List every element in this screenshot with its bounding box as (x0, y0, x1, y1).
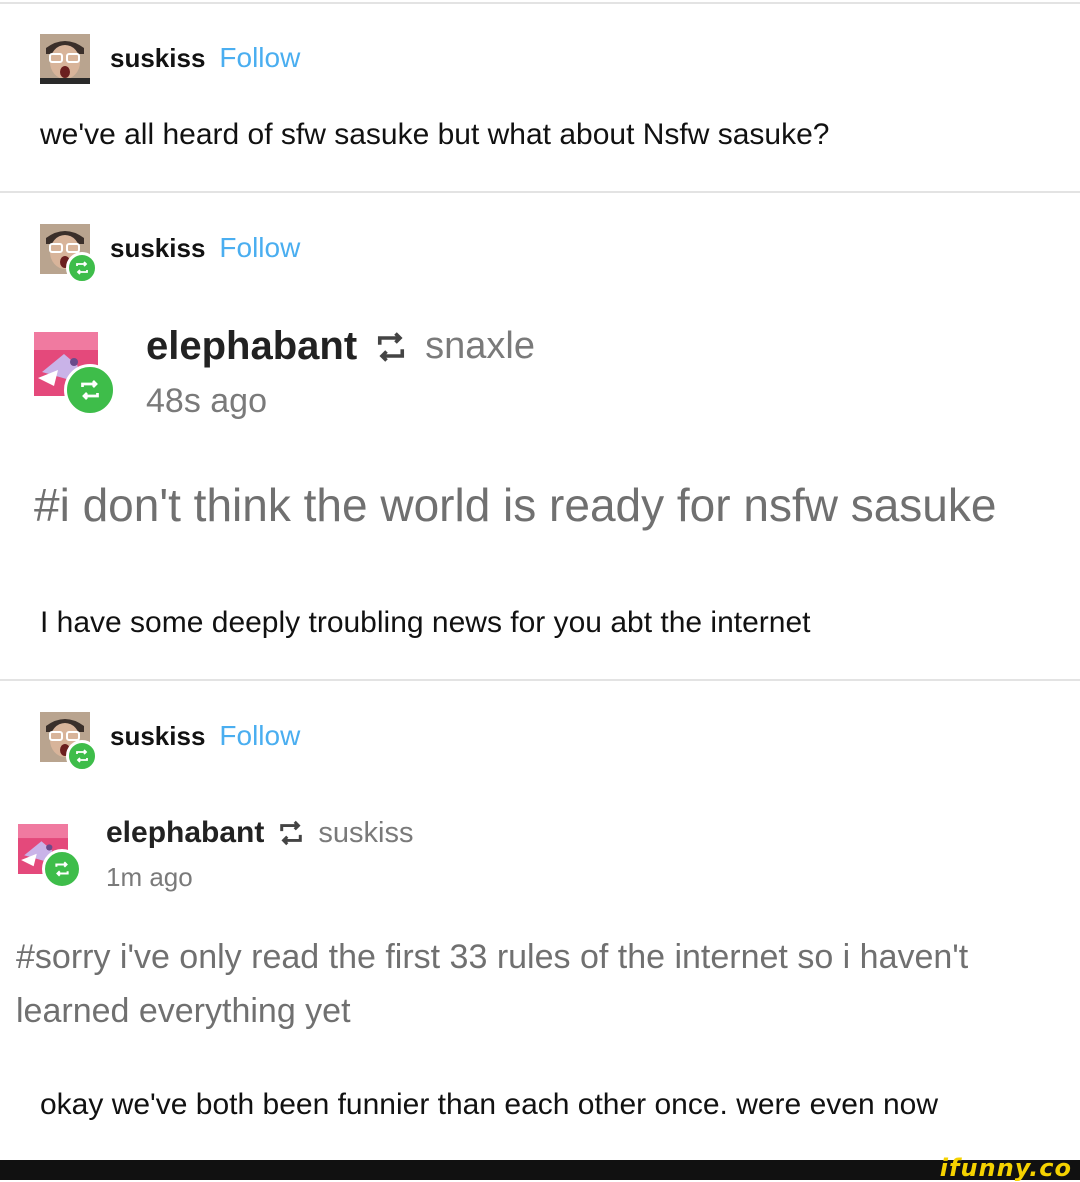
reblog-badge-icon (42, 849, 82, 889)
follow-button[interactable]: Follow (219, 42, 300, 74)
reblog-badge-icon (66, 740, 98, 772)
reblog-arrow-icon (373, 331, 409, 363)
reblog-username[interactable]: elephabant (106, 816, 264, 850)
post-body: okay we've both been funnier than each o… (40, 1088, 938, 1121)
divider (0, 191, 1080, 193)
divider (0, 679, 1080, 681)
footer-bar: ifunny.co (0, 1156, 1080, 1180)
reblog-arrow-icon (276, 820, 306, 846)
post-body: we've all heard of sfw sasuke but what a… (40, 118, 830, 151)
reblog-time: 1m ago (106, 862, 193, 892)
post-username[interactable]: suskiss (110, 43, 205, 74)
reblog-source[interactable]: snaxle (425, 325, 535, 368)
user-face-icon (40, 34, 90, 84)
reblog-tags[interactable]: learned everything yet (16, 992, 351, 1031)
follow-button[interactable]: Follow (219, 720, 300, 752)
divider-top (0, 2, 1080, 4)
reblog-time: 48s ago (146, 382, 267, 420)
reblog-badge-icon (64, 364, 116, 416)
reblog-username[interactable]: elephabant (146, 324, 357, 369)
post-body: I have some deeply troubling news for yo… (40, 606, 811, 639)
follow-button[interactable]: Follow (219, 232, 300, 264)
reblog-tags[interactable]: #i don't think the world is ready for ns… (34, 478, 996, 532)
post-username[interactable]: suskiss (110, 721, 205, 752)
reblog-source[interactable]: suskiss (318, 817, 413, 850)
reblog-badge-icon (66, 252, 98, 284)
watermark-logo: ifunny.co (939, 1154, 1072, 1182)
reblog-tags[interactable]: #sorry i've only read the first 33 rules… (16, 938, 968, 977)
post-username[interactable]: suskiss (110, 233, 205, 264)
avatar[interactable] (40, 34, 90, 84)
